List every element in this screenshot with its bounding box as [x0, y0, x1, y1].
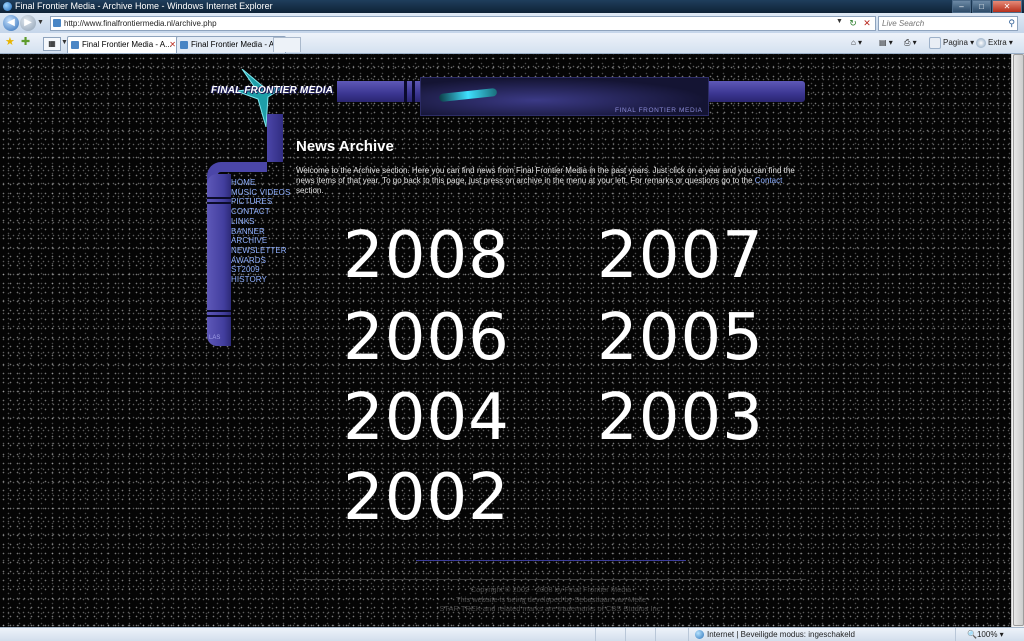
- tab-archive-home[interactable]: Final Frontier Media - A... ✕: [67, 36, 179, 53]
- scrollbar-thumb[interactable]: [1013, 54, 1024, 626]
- nav-links[interactable]: LINKS: [231, 217, 290, 227]
- year-grid: 2008 2007 2006 2005 2004 2003 2002: [343, 220, 773, 540]
- status-segment: [595, 628, 596, 641]
- sidebar-band: [207, 197, 231, 199]
- ie-logo-icon: [3, 2, 12, 11]
- close-window-button[interactable]: ✕: [992, 0, 1022, 13]
- site-navigation: HOME MUSIC VIDEOS PICTURES CONTACT LINKS…: [231, 178, 290, 285]
- footer-copyright: Copyright © 2002 - 2008 by Final Frontie…: [470, 585, 632, 594]
- nav-pictures[interactable]: PICTURES: [231, 197, 290, 207]
- year-link-2008[interactable]: 2008: [343, 220, 510, 292]
- print-icon[interactable]: ⎙ ▾: [904, 37, 917, 49]
- status-segment: [655, 628, 656, 641]
- nav-history[interactable]: HISTORY: [231, 275, 290, 285]
- close-tab-icon[interactable]: ✕: [169, 37, 176, 53]
- feeds-icon[interactable]: ▤ ▾: [879, 37, 893, 49]
- address-dropdown-icon[interactable]: ▼: [836, 18, 843, 25]
- home-icon[interactable]: ⌂ ▾: [851, 37, 862, 49]
- address-bar-row: ◀ ▶ ▼ ▼ ↻ ✕ ⚲: [0, 13, 1024, 33]
- address-input[interactable]: [64, 17, 824, 30]
- year-link-2002[interactable]: 2002: [343, 462, 510, 534]
- refresh-icon[interactable]: ↻: [847, 17, 859, 29]
- search-input[interactable]: [882, 17, 1000, 30]
- page-viewport: FINAL FRONTIER MEDIA FINAL FRONTIER MEDI…: [0, 54, 1012, 627]
- nav-newsletter[interactable]: NEWSLETTER: [231, 246, 290, 256]
- sidebar-connector: [267, 114, 283, 162]
- status-segment: [625, 628, 626, 641]
- footer-divider: [296, 579, 806, 580]
- address-field: ▼ ↻ ✕: [50, 16, 876, 31]
- search-icon[interactable]: ⚲: [1008, 17, 1015, 30]
- tools-menu-button[interactable]: Extra ▾: [976, 37, 1013, 49]
- nav-archive[interactable]: ARCHIVE: [231, 236, 290, 246]
- tab-favicon-icon: [71, 41, 79, 49]
- year-link-2004[interactable]: 2004: [343, 382, 510, 454]
- zoom-value: 100%: [976, 630, 998, 639]
- year-link-2003[interactable]: 2003: [597, 382, 764, 454]
- history-dropdown-icon[interactable]: ▼: [37, 19, 44, 26]
- security-zone-text[interactable]: Internet | Beveiligde modus: ingeschakel…: [707, 628, 855, 641]
- sidebar-bar: [207, 174, 231, 346]
- contact-link[interactable]: Contact: [755, 176, 783, 185]
- gear-icon: [976, 37, 986, 48]
- back-button[interactable]: ◀: [3, 15, 19, 31]
- window-controls: – □ ✕: [951, 0, 1022, 13]
- tab-label: Final Frontier Media - Arch...: [191, 40, 286, 49]
- intro-text-part: Welcome to the Archive section. Here you…: [296, 166, 795, 185]
- status-segment: [688, 628, 689, 641]
- stop-icon[interactable]: ✕: [861, 17, 873, 29]
- page-favicon-icon: [53, 19, 61, 27]
- sidebar-band: [207, 202, 231, 204]
- footer-developer: This website is being developed by Sebas…: [455, 594, 647, 604]
- intro-text: Welcome to the Archive section. Here you…: [296, 166, 808, 196]
- tab-archive[interactable]: Final Frontier Media - Arch...: [176, 36, 286, 53]
- forward-button[interactable]: ▶: [20, 15, 36, 31]
- site-logo-text[interactable]: FINAL FRONTIER MEDIA: [211, 85, 333, 96]
- page-menu-button[interactable]: Pagina ▾: [929, 37, 974, 49]
- quick-tabs-button[interactable]: ▦: [43, 37, 61, 51]
- intro-text-part: section.: [296, 186, 324, 195]
- sidebar-band: [207, 310, 231, 312]
- year-link-2005[interactable]: 2005: [597, 302, 764, 374]
- content-divider: [416, 560, 686, 561]
- minimize-button[interactable]: –: [952, 0, 971, 13]
- nav-awards[interactable]: AWARDS: [231, 256, 290, 266]
- year-link-2006[interactable]: 2006: [343, 302, 510, 374]
- sidebar-band: [207, 315, 231, 317]
- window-titlebar: Final Frontier Media - Archive Home - Wi…: [0, 0, 1024, 13]
- add-favorites-icon[interactable]: ✚: [21, 36, 30, 49]
- search-box: ⚲: [878, 16, 1018, 31]
- status-bar: Internet | Beveiligde modus: ingeschakel…: [0, 627, 1024, 641]
- tab-label: Final Frontier Media - A...: [82, 40, 172, 49]
- internet-zone-globe-icon: [695, 630, 704, 639]
- banner-separator: [404, 81, 407, 102]
- maximize-button[interactable]: □: [972, 0, 991, 13]
- banner-caption: FINAL FRONTIER MEDIA: [615, 107, 703, 114]
- nav-st2009[interactable]: ST2009: [231, 265, 290, 275]
- tools-menu-label: Extra: [988, 38, 1007, 47]
- nav-home[interactable]: HOME: [231, 178, 290, 188]
- new-tab-button[interactable]: [273, 37, 301, 52]
- page-menu-label: Pagina: [943, 38, 968, 48]
- year-link-2007[interactable]: 2007: [597, 220, 764, 292]
- status-segment: [955, 628, 956, 641]
- window-title: Final Frontier Media - Archive Home - Wi…: [15, 1, 273, 11]
- nav-music-videos[interactable]: MUSIC VIDEOS: [231, 188, 290, 198]
- tab-bar: ★ ✚ ▦ ▼ Final Frontier Media - A... ✕ Fi…: [0, 33, 1024, 54]
- footer-trademark: STAR TREK and related marks are trademar…: [439, 604, 663, 613]
- favorites-star-icon[interactable]: ★: [5, 36, 15, 49]
- banner-separator: [412, 81, 415, 102]
- page-title: News Archive: [296, 138, 394, 155]
- page-footer: Copyright © 2002 - 2008 by Final Frontie…: [296, 585, 806, 614]
- sidebar-label: LAS: [209, 335, 221, 341]
- page-icon: [929, 37, 941, 49]
- nav-banner[interactable]: BANNER: [231, 227, 290, 237]
- vertical-scrollbar[interactable]: [1011, 54, 1024, 627]
- nav-contact[interactable]: CONTACT: [231, 207, 290, 217]
- tab-favicon-icon: [180, 41, 188, 49]
- zoom-level[interactable]: 🔍100% ▾: [967, 628, 1004, 641]
